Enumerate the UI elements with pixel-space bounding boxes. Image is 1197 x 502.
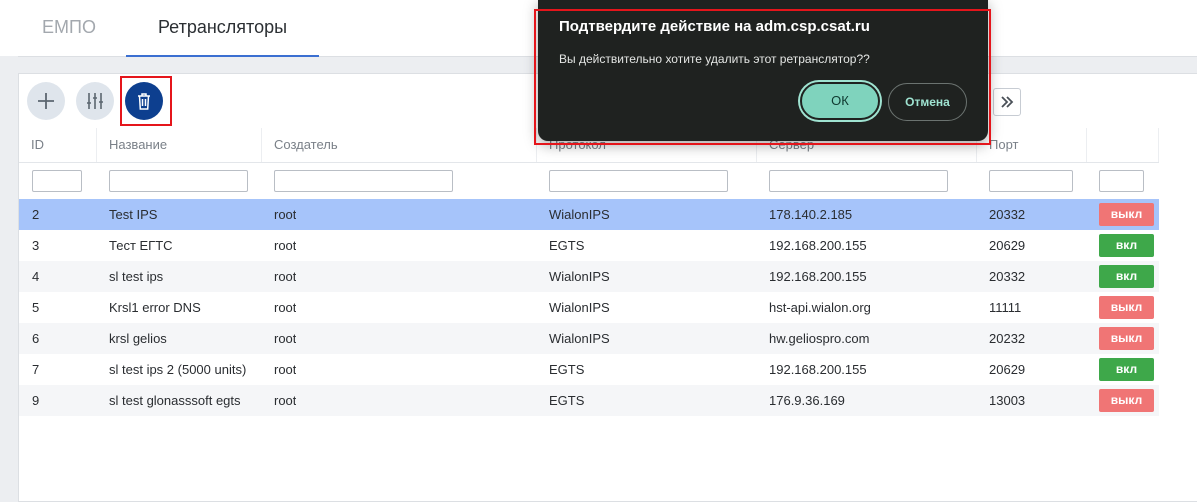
cell-name: Test IPS bbox=[109, 207, 158, 222]
cell-creator: root bbox=[274, 393, 297, 408]
cell-id: 7 bbox=[32, 362, 40, 377]
cell-name: krsl gelios bbox=[109, 331, 167, 346]
next-page-button[interactable] bbox=[993, 88, 1021, 116]
cell-protocol: EGTS bbox=[549, 238, 585, 253]
cell-server: hw.geliospro.com bbox=[769, 331, 870, 346]
column-header-id[interactable]: ID bbox=[19, 128, 97, 162]
cell-port: 13003 bbox=[989, 393, 1026, 408]
cell-id: 4 bbox=[32, 269, 40, 284]
column-header-creator[interactable]: Создатель bbox=[262, 128, 537, 162]
tab-retranslators[interactable]: Ретрансляторы bbox=[126, 0, 319, 57]
cell-port: 20332 bbox=[989, 207, 1026, 222]
cell-port: 20232 bbox=[989, 331, 1026, 346]
cell-name: sl test ips bbox=[109, 269, 164, 284]
cell-name: sl test glonasssoft egts bbox=[109, 393, 241, 408]
plus-icon bbox=[38, 93, 54, 109]
column-header-port[interactable]: Порт bbox=[977, 128, 1087, 162]
filter-row bbox=[19, 163, 1159, 199]
table-row[interactable]: 2 Test IPS root WialonIPS 178.140.2.185 … bbox=[19, 199, 1159, 230]
cell-name: Тест ЕГТС bbox=[109, 238, 173, 253]
cell-id: 3 bbox=[32, 238, 40, 253]
table-row[interactable]: 9 sl test glonasssoft egts root EGTS 176… bbox=[19, 385, 1159, 416]
status-toggle-on[interactable]: вкл bbox=[1099, 358, 1154, 381]
status-toggle-off[interactable]: выкл bbox=[1099, 296, 1154, 319]
filter-name-input[interactable] bbox=[109, 170, 248, 192]
double-chevron-right-icon bbox=[1001, 96, 1014, 108]
filter-server-input[interactable] bbox=[769, 170, 948, 192]
cell-port: 20629 bbox=[989, 362, 1026, 377]
dialog-highlight bbox=[534, 9, 991, 145]
cell-port: 11111 bbox=[989, 300, 1022, 315]
cell-id: 9 bbox=[32, 393, 40, 408]
tab-empo[interactable]: ЕМПО bbox=[42, 0, 96, 55]
cell-server: 192.168.200.155 bbox=[769, 269, 867, 284]
cell-name: Krsl1 error DNS bbox=[109, 300, 201, 315]
cell-port: 20332 bbox=[989, 269, 1026, 284]
cell-protocol: WialonIPS bbox=[549, 300, 610, 315]
cell-protocol: WialonIPS bbox=[549, 331, 610, 346]
cell-server: 192.168.200.155 bbox=[769, 238, 867, 253]
filter-status-input[interactable] bbox=[1099, 170, 1144, 192]
cell-server: 176.9.36.169 bbox=[769, 393, 845, 408]
table-row[interactable]: 6 krsl gelios root WialonIPS hw.geliospr… bbox=[19, 323, 1159, 354]
table-row[interactable]: 5 Krsl1 error DNS root WialonIPS hst-api… bbox=[19, 292, 1159, 323]
cell-protocol: EGTS bbox=[549, 362, 585, 377]
column-header-name[interactable]: Название bbox=[97, 128, 262, 162]
cell-creator: root bbox=[274, 300, 297, 315]
status-toggle-on[interactable]: вкл bbox=[1099, 234, 1154, 257]
cell-creator: root bbox=[274, 238, 297, 253]
filter-creator-input[interactable] bbox=[274, 170, 453, 192]
table-row[interactable]: 7 sl test ips 2 (5000 units) root EGTS 1… bbox=[19, 354, 1159, 385]
cell-server: 192.168.200.155 bbox=[769, 362, 867, 377]
cell-creator: root bbox=[274, 362, 297, 377]
table-row[interactable]: 4 sl test ips root WialonIPS 192.168.200… bbox=[19, 261, 1159, 292]
status-toggle-off[interactable]: выкл bbox=[1099, 203, 1154, 226]
cell-port: 20629 bbox=[989, 238, 1026, 253]
page-gutter bbox=[0, 56, 18, 500]
cell-creator: root bbox=[274, 269, 297, 284]
filter-protocol-input[interactable] bbox=[549, 170, 728, 192]
cell-protocol: WialonIPS bbox=[549, 269, 610, 284]
status-toggle-off[interactable]: выкл bbox=[1099, 389, 1154, 412]
status-toggle-off[interactable]: выкл bbox=[1099, 327, 1154, 350]
filter-id-input[interactable] bbox=[32, 170, 82, 192]
filter-settings-button[interactable] bbox=[76, 82, 114, 120]
filter-port-input[interactable] bbox=[989, 170, 1073, 192]
cell-id: 5 bbox=[32, 300, 40, 315]
cell-id: 6 bbox=[32, 331, 40, 346]
cell-id: 2 bbox=[32, 207, 40, 222]
cell-protocol: EGTS bbox=[549, 393, 585, 408]
cell-creator: root bbox=[274, 207, 297, 222]
cell-protocol: WialonIPS bbox=[549, 207, 610, 222]
status-toggle-on[interactable]: вкл bbox=[1099, 265, 1154, 288]
cell-server: hst-api.wialon.org bbox=[769, 300, 871, 315]
delete-button-highlight bbox=[120, 76, 172, 126]
cell-creator: root bbox=[274, 331, 297, 346]
table-row[interactable]: 3 Тест ЕГТС root EGTS 192.168.200.155 20… bbox=[19, 230, 1159, 261]
cell-server: 178.140.2.185 bbox=[769, 207, 853, 222]
cell-name: sl test ips 2 (5000 units) bbox=[109, 362, 247, 377]
sliders-icon bbox=[87, 93, 103, 109]
column-header-status bbox=[1087, 128, 1159, 162]
add-button[interactable] bbox=[27, 82, 65, 120]
